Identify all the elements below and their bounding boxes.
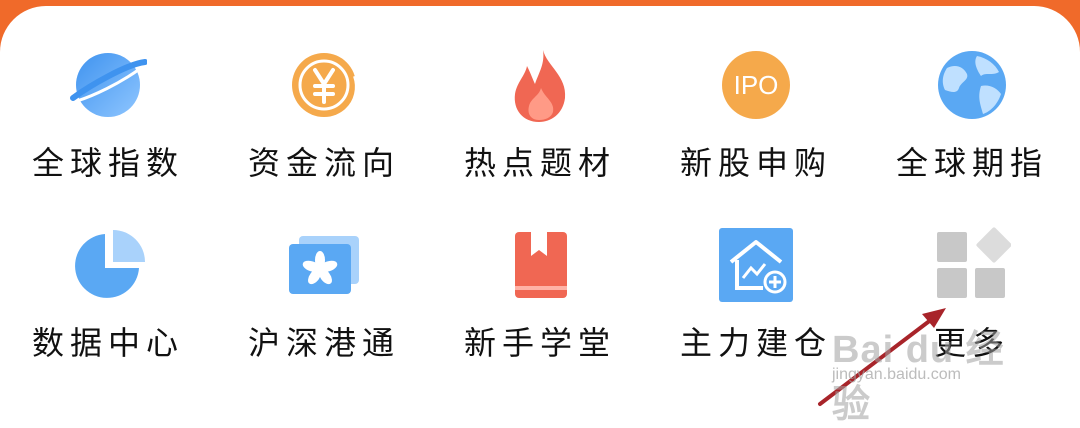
menu-item-label: 沪深港通 bbox=[247, 324, 400, 362]
house-chart-icon bbox=[717, 226, 795, 304]
menu-item-label: 新手学堂 bbox=[463, 324, 616, 362]
menu-item-global-index[interactable]: 全球指数 bbox=[0, 6, 216, 186]
menu-item-label: 新股申购 bbox=[679, 144, 832, 182]
book-icon bbox=[501, 226, 579, 304]
pie-chart-icon bbox=[69, 226, 147, 304]
menu-item-label: 数据中心 bbox=[31, 324, 184, 362]
planet-icon bbox=[69, 46, 147, 124]
menu-item-main-position[interactable]: 主力建仓 bbox=[648, 186, 864, 366]
menu-item-label: 主力建仓 bbox=[679, 324, 832, 362]
menu-item-connect[interactable]: 沪深港通 bbox=[216, 186, 432, 366]
menu-item-more[interactable]: 更多 bbox=[864, 186, 1080, 366]
menu-item-label: 热点题材 bbox=[463, 144, 616, 182]
globe-icon bbox=[933, 46, 1011, 124]
hk-flag-icon bbox=[285, 226, 363, 304]
ipo-icon-text: IPO bbox=[734, 70, 779, 100]
feature-grid: 全球指数 资金流向 热点题材 IPO 新股申购 全球期指 数据中心 沪深港通 新… bbox=[0, 6, 1080, 408]
menu-item-beginner-school[interactable]: 新手学堂 bbox=[432, 186, 648, 366]
menu-item-label: 全球指数 bbox=[31, 144, 184, 182]
yuan-coin-icon bbox=[285, 46, 363, 124]
menu-item-ipo-subscription[interactable]: IPO 新股申购 bbox=[648, 6, 864, 186]
menu-item-label: 更多 bbox=[933, 324, 1010, 362]
feature-panel: 全球指数 资金流向 热点题材 IPO 新股申购 全球期指 数据中心 沪深港通 新… bbox=[0, 6, 1080, 408]
menu-item-global-futures[interactable]: 全球期指 bbox=[864, 6, 1080, 186]
flame-icon bbox=[501, 46, 579, 124]
menu-item-capital-flow[interactable]: 资金流向 bbox=[216, 6, 432, 186]
more-grid-icon bbox=[933, 226, 1011, 304]
menu-item-hot-topics[interactable]: 热点题材 bbox=[432, 6, 648, 186]
menu-item-label: 资金流向 bbox=[247, 144, 400, 182]
ipo-icon: IPO bbox=[717, 46, 795, 124]
menu-item-label: 全球期指 bbox=[895, 144, 1048, 182]
menu-item-data-center[interactable]: 数据中心 bbox=[0, 186, 216, 366]
